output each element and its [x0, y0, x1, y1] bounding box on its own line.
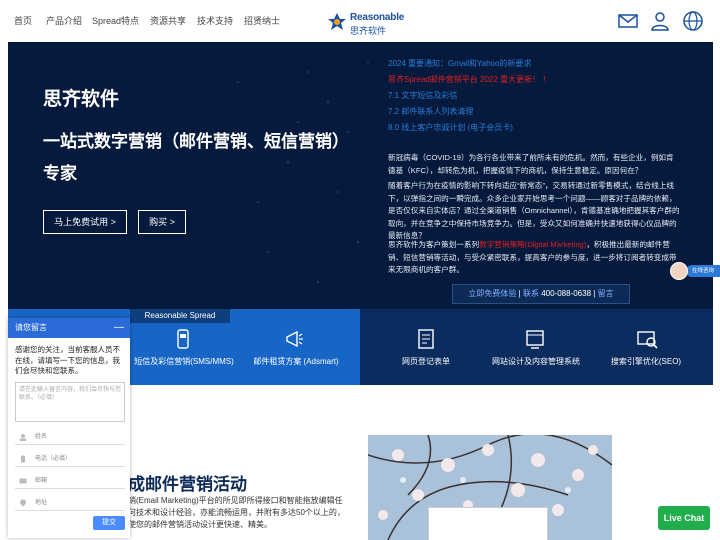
seo-icon: [637, 331, 658, 349]
service-web-design-cms[interactable]: 网站设计及内容管理系统: [490, 356, 582, 367]
phone-number: 400-088-0638: [541, 289, 592, 298]
sms-phone-icon: [177, 329, 189, 349]
form-icon: [418, 329, 434, 349]
separator: |: [518, 289, 521, 298]
megaphone-icon: [286, 330, 303, 348]
nav-spread-features[interactable]: Spread特点: [92, 14, 139, 27]
service-sms-mms[interactable]: 短信及彩信营销(SMS/MMS): [134, 356, 234, 367]
message-link[interactable]: 留言: [598, 289, 614, 298]
mail-icon: [19, 478, 27, 484]
section-text: 销(Email Marketing)平台的所见即所得接口和智能拖放编辑任何技术和…: [128, 496, 345, 529]
message-textarea[interactable]: 请在此输入留言内容，我们会尽快与您联系。（必填）: [15, 382, 125, 422]
news-item[interactable]: 8.0 线上客户忠诚计划 (电子会员卡): [388, 122, 513, 133]
free-experience-link[interactable]: 立即免费体验: [468, 289, 516, 298]
online-service-label: 在线咨询: [686, 265, 720, 277]
service-web-forms[interactable]: 网页登记表单: [396, 356, 456, 367]
email-field[interactable]: 邮箱: [15, 473, 125, 489]
phone-placeholder: 电话（必填）: [35, 456, 72, 462]
hero-brand: 思齐软件: [43, 89, 120, 110]
logo-mark-icon: [328, 13, 346, 30]
leave-message-widget: 请您留言 — 感谢您的关注，当前客服人员不在线，请填写一下您的信息，我们会尽快和…: [8, 318, 130, 538]
nav-support[interactable]: 技术支持: [197, 14, 233, 27]
address-placeholder: 地址: [35, 500, 48, 506]
digital-marketing-highlight[interactable]: 数字营销策略(Digital Marketing): [479, 240, 586, 249]
contact-link[interactable]: 联系: [523, 289, 539, 298]
news-item[interactable]: 2024 重要通知：Gmail和Yahoo的新要求: [388, 58, 531, 69]
intro-paragraph-3: 思齐软件为客户策划一系列数字营销策略(Digital Marketing)，积极…: [388, 239, 680, 277]
service-adsmart[interactable]: 邮件租赁方案 (Adsmart): [250, 356, 342, 367]
live-chat-button[interactable]: Live Chat: [658, 506, 710, 530]
hero-title: 一站式数字营销（邮件营销、短信营销）专家: [43, 132, 341, 183]
globe-icon[interactable]: [682, 10, 704, 32]
phone-field[interactable]: 电话（必填）: [15, 451, 125, 467]
contact-bar: 立即免费体验 | 联系 400-088-0638 | 留言: [452, 284, 630, 304]
hero-banner: 思齐软件 一站式数字营销（邮件营销、短信营销）专家 马上免费试用 > 购买 > …: [8, 42, 713, 309]
web-design-icon: [526, 330, 544, 349]
agent-avatar: [670, 262, 688, 280]
location-icon: [20, 499, 26, 507]
chat-title: 请您留言: [15, 323, 47, 332]
name-field[interactable]: 姓名: [15, 429, 125, 445]
services-label: Reasonable Spread: [130, 309, 230, 323]
logo-text-en: Reasonable: [350, 12, 405, 23]
page: 首页 产品介绍 Spread特点 资源共享 技术支持 招贤纳士 Reasonab…: [0, 0, 720, 540]
chat-message: 感谢您的关注，当前客服人员不在线，请填写一下您的信息，我们会尽快和您联系。: [15, 345, 120, 375]
mail-icon[interactable]: [617, 10, 639, 32]
user-icon: [20, 434, 26, 441]
online-service-float[interactable]: 在线咨询: [670, 262, 720, 280]
logo-text-cn: 思齐软件: [350, 26, 387, 36]
news-item[interactable]: 7.2 邮件联系人列表清理: [388, 106, 473, 117]
phone-icon: [21, 455, 25, 463]
buy-button[interactable]: 购买 >: [138, 210, 186, 234]
nav-careers[interactable]: 招贤纳士: [244, 14, 280, 27]
email-preview-card: [428, 507, 548, 540]
chat-header: 请您留言 —: [8, 318, 130, 338]
email-placeholder: 邮箱: [35, 478, 48, 484]
nav-resources[interactable]: 资源共享: [150, 14, 186, 27]
free-trial-button[interactable]: 马上免费试用 >: [43, 210, 127, 234]
name-placeholder: 姓名: [35, 434, 48, 440]
top-navigation: 首页 产品介绍 Spread特点 资源共享 技术支持 招贤纳士 Reasonab…: [0, 0, 720, 42]
section-title: 成邮件营销活动: [128, 475, 247, 494]
intro-paragraph-1: 新冠病毒（COVID-19）为各行各业带来了前所未有的危机。然而，有些企业，例如…: [388, 153, 674, 175]
email-marketing-photo: [368, 435, 612, 540]
minimize-icon[interactable]: —: [114, 318, 124, 338]
news-item[interactable]: 7.1 文字短信及彩信: [388, 90, 457, 101]
user-icon[interactable]: [649, 10, 671, 32]
intro-paragraph-2: 随着客户行为在疫情的影响下转向适应“新常态”，交易转通过新零售模式，结合线上线下…: [388, 181, 680, 240]
nav-home[interactable]: 首页: [14, 14, 32, 27]
news-panel: 2024 重要通知：Gmail和Yahoo的新要求 思齐Spread邮件营销平台…: [384, 42, 713, 309]
news-item[interactable]: 思齐Spread邮件营销平台 2022 重大更新！ ！: [388, 74, 550, 85]
submit-button[interactable]: 提交: [93, 516, 125, 530]
service-seo[interactable]: 搜索引擎优化(SEO): [610, 356, 682, 367]
separator: |: [593, 289, 596, 298]
address-field[interactable]: 地址: [15, 495, 125, 511]
para3-text-a: 思齐软件为客户策划一系列: [388, 240, 480, 249]
site-logo[interactable]: Reasonable 思齐软件: [326, 9, 404, 36]
nav-products[interactable]: 产品介绍: [46, 14, 82, 27]
